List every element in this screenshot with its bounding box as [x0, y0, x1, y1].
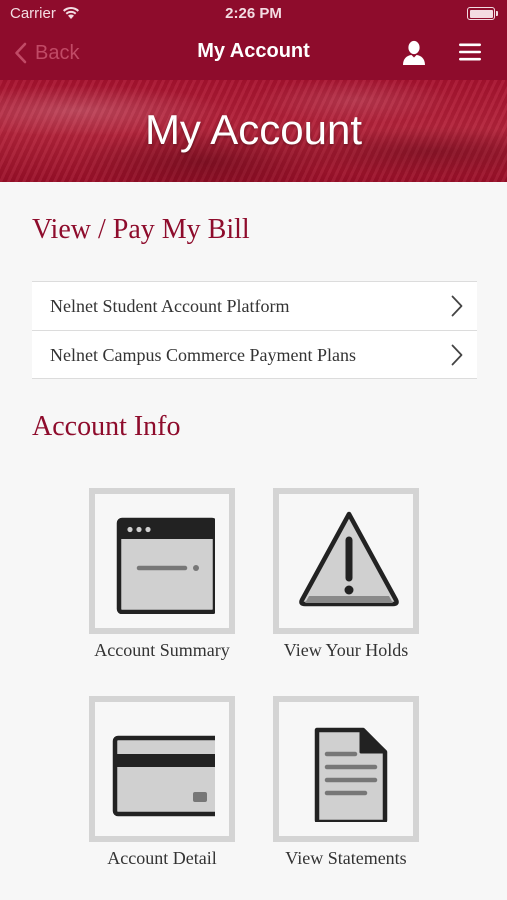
- tile-label: Account Summary: [94, 640, 230, 660]
- link-label: Nelnet Campus Commerce Payment Plans: [50, 345, 356, 365]
- account-info-heading: Account Info: [32, 411, 181, 442]
- tile-frame: [89, 488, 235, 634]
- tile-frame: [273, 696, 419, 842]
- document-icon: [314, 727, 388, 822]
- credit-card-icon: [112, 735, 215, 817]
- link-nelnet-payment-plans[interactable]: Nelnet Campus Commerce Payment Plans: [32, 330, 477, 378]
- link-label: Nelnet Student Account Platform: [50, 296, 290, 316]
- banner-title: My Account: [144, 106, 363, 153]
- status-time: 2:26 PM: [225, 5, 282, 22]
- browser-window-icon: [116, 517, 215, 614]
- warning-icon: [299, 511, 399, 607]
- battery-icon: [467, 7, 498, 20]
- nav-title: My Account: [197, 40, 310, 62]
- status-bar: Carrier 2:26 PM: [0, 0, 507, 28]
- link-nelnet-student-account[interactable]: Nelnet Student Account Platform: [32, 282, 477, 330]
- user-icon[interactable]: [402, 40, 426, 66]
- navigation-bar: Back My Account: [0, 28, 507, 80]
- bill-links-list: Nelnet Student Account Platform Nelnet C…: [32, 281, 477, 379]
- tile-label: View Statements: [285, 848, 407, 868]
- chevron-right-icon: [451, 295, 463, 317]
- bill-section-heading: View / Pay My Bill: [32, 214, 250, 245]
- header-banner: My Account: [0, 80, 507, 182]
- tile-frame: [89, 696, 235, 842]
- tile-label: Account Detail: [107, 848, 217, 868]
- top-bar: Carrier 2:26 PM Back My Account: [0, 0, 507, 80]
- tile-frame: [273, 488, 419, 634]
- tile-label: View Your Holds: [283, 640, 409, 660]
- chevron-right-icon: [451, 344, 463, 366]
- menu-icon[interactable]: [458, 42, 482, 62]
